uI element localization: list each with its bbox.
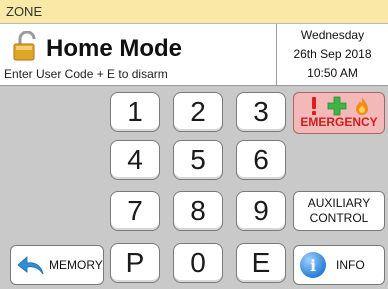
key-8[interactable]: 8 <box>173 191 223 231</box>
alarm-panel: ZONE Home Mode Enter User Code + E to di… <box>0 0 388 289</box>
auxiliary-label-line2: CONTROL <box>309 211 369 225</box>
key-1[interactable]: 1 <box>110 92 160 132</box>
back-arrow-icon <box>17 256 44 275</box>
auxiliary-control-button[interactable]: AUXILIARY CONTROL <box>293 191 385 231</box>
date-time-box: Wednesday 26th Sep 2018 10:50 AM <box>277 24 388 86</box>
emergency-label: EMERGENCY <box>300 115 378 129</box>
key-0[interactable]: 0 <box>173 243 223 283</box>
key-5[interactable]: 5 <box>173 140 223 180</box>
key-e[interactable]: E <box>236 243 286 283</box>
key-2[interactable]: 2 <box>173 92 223 132</box>
zone-bar: ZONE <box>0 0 388 24</box>
auxiliary-label-line1: AUXILIARY <box>307 196 371 210</box>
info-label: INFO <box>336 258 365 272</box>
emergency-button[interactable]: EMERGENCY <box>293 92 385 134</box>
time-text: 10:50 AM <box>307 66 358 80</box>
zone-label: ZONE <box>6 4 43 19</box>
key-7[interactable]: 7 <box>110 191 160 231</box>
fire-icon <box>356 97 368 115</box>
key-p[interactable]: P <box>110 243 160 283</box>
memory-label: MEMORY <box>49 258 103 272</box>
weekday-text: Wednesday <box>300 28 365 42</box>
disarm-hint: Enter User Code + E to disarm <box>4 67 168 81</box>
emergency-icons <box>294 96 384 116</box>
info-button[interactable]: i INFO <box>293 245 385 285</box>
padlock-icon <box>13 31 36 61</box>
medical-cross-icon <box>327 96 347 116</box>
key-9[interactable]: 9 <box>236 191 286 231</box>
key-4[interactable]: 4 <box>110 140 160 180</box>
memory-button[interactable]: MEMORY <box>10 245 104 285</box>
date-text: 26th Sep 2018 <box>293 47 372 61</box>
exclamation-icon <box>312 97 316 115</box>
key-6[interactable]: 6 <box>236 140 286 180</box>
status-header: Home Mode Enter User Code + E to disarm … <box>0 24 388 86</box>
key-3[interactable]: 3 <box>236 92 286 132</box>
info-icon: i <box>300 252 326 278</box>
mode-indicator: Home Mode <box>8 29 278 65</box>
mode-title: Home Mode <box>46 35 183 62</box>
